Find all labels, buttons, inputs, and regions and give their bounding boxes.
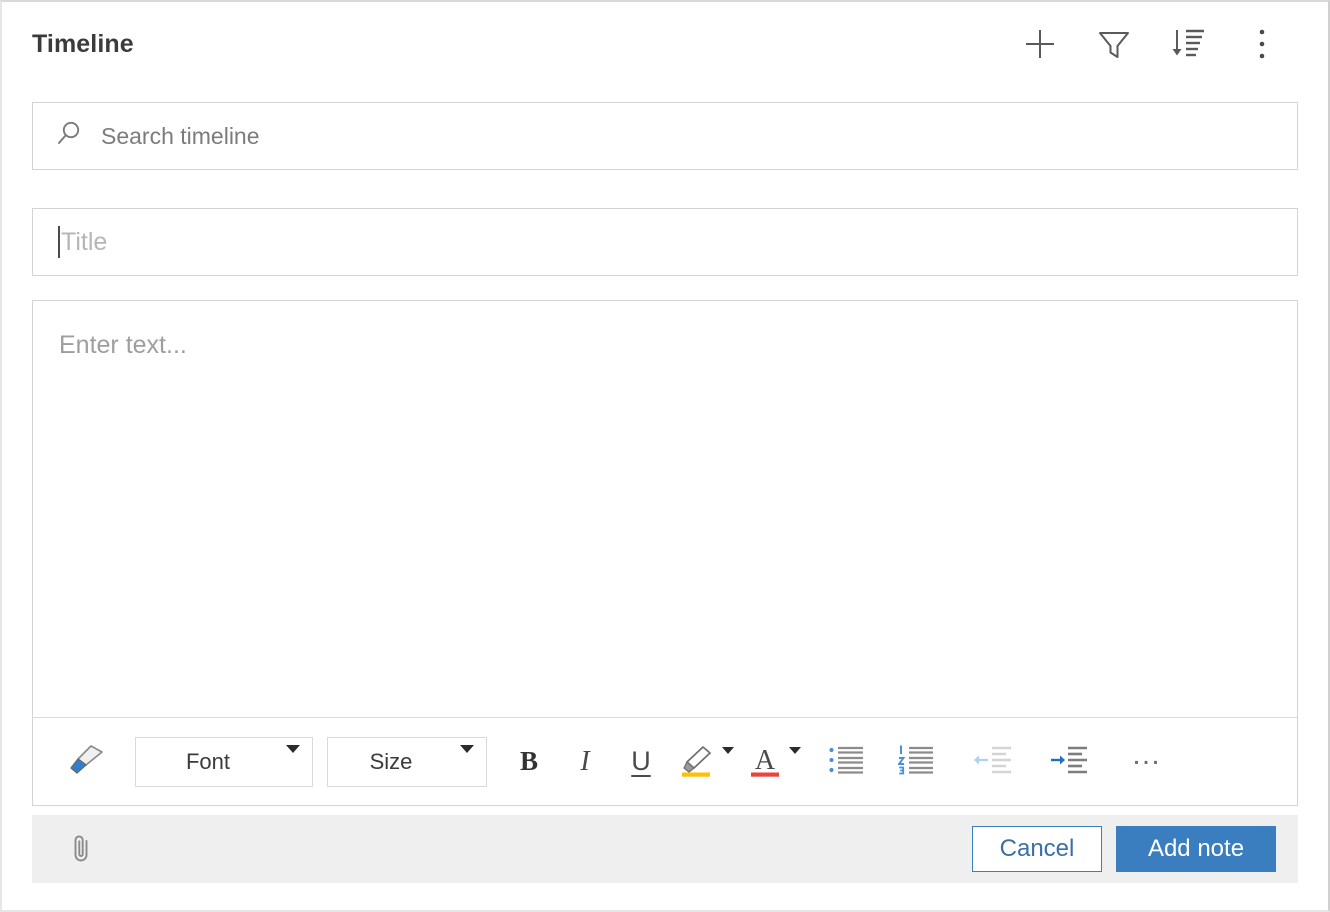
- timeline-panel-window: Timeline Search timeline Title Enter tex…: [0, 0, 1330, 912]
- decrease-indent-button[interactable]: [965, 735, 1019, 789]
- note-editor: Enter text... Font Size B I U A …: [32, 300, 1298, 806]
- note-title-field[interactable]: [32, 208, 1298, 276]
- bold-button[interactable]: B: [501, 735, 557, 789]
- more-vertical-icon: [1257, 26, 1267, 62]
- page-title: Timeline: [32, 29, 134, 58]
- bulleted-list-button[interactable]: [819, 735, 873, 789]
- formatting-toolbar: Font Size B I U A …: [33, 717, 1297, 805]
- numbered-list-button[interactable]: [889, 735, 943, 789]
- increase-indent-button[interactable]: [1041, 735, 1095, 789]
- footer-action-bar: Cancel Add note: [32, 815, 1298, 883]
- plus-icon: [1021, 25, 1059, 63]
- add-note-button[interactable]: Add note: [1116, 826, 1276, 872]
- more-options-button[interactable]: [1242, 24, 1282, 64]
- title-input[interactable]: [61, 209, 1239, 275]
- panel-header: Timeline: [2, 2, 1328, 86]
- funnel-icon: [1096, 26, 1132, 62]
- size-dropdown-label: Size: [369, 748, 413, 774]
- filter-button[interactable]: [1094, 24, 1134, 64]
- numbered-list-icon: [897, 745, 934, 778]
- footer-buttons: Cancel Add note: [972, 826, 1276, 872]
- italic-button[interactable]: I: [557, 735, 613, 789]
- svg-text:A: A: [755, 745, 776, 776]
- more-formatting-button[interactable]: …: [1117, 735, 1177, 789]
- search-input[interactable]: [101, 103, 1219, 169]
- note-body-area[interactable]: Enter text...: [33, 301, 1297, 717]
- search-bar[interactable]: [32, 102, 1298, 170]
- underline-button[interactable]: U: [613, 735, 669, 789]
- font-color-button[interactable]: A: [738, 735, 805, 789]
- add-button[interactable]: [1020, 24, 1060, 64]
- paintbrush-icon: [66, 743, 106, 780]
- bulleted-list-icon: [828, 745, 864, 778]
- decrease-indent-icon: [972, 746, 1012, 777]
- chevron-down-icon: [460, 744, 474, 771]
- cancel-button[interactable]: Cancel: [972, 826, 1102, 872]
- chevron-down-icon: [286, 744, 300, 771]
- font-size-dropdown[interactable]: Size: [327, 736, 487, 787]
- font-family-dropdown[interactable]: Font: [135, 736, 313, 787]
- font-color-icon: A: [748, 742, 782, 781]
- sort-button[interactable]: [1168, 24, 1208, 64]
- format-painter-button[interactable]: [59, 735, 113, 789]
- attach-file-button[interactable]: [58, 825, 106, 873]
- highlighter-icon: [679, 742, 715, 781]
- highlight-color-button[interactable]: [669, 735, 738, 789]
- header-actions: [1020, 24, 1304, 64]
- text-caret: [58, 226, 60, 258]
- increase-indent-icon: [1048, 746, 1088, 777]
- paperclip-icon: [69, 830, 95, 869]
- chevron-down-icon: [722, 747, 734, 769]
- note-body-placeholder: Enter text...: [59, 331, 187, 359]
- search-icon: [55, 119, 85, 154]
- sort-descending-icon: [1169, 26, 1207, 62]
- chevron-down-icon: [789, 747, 801, 769]
- font-dropdown-label: Font: [185, 748, 231, 774]
